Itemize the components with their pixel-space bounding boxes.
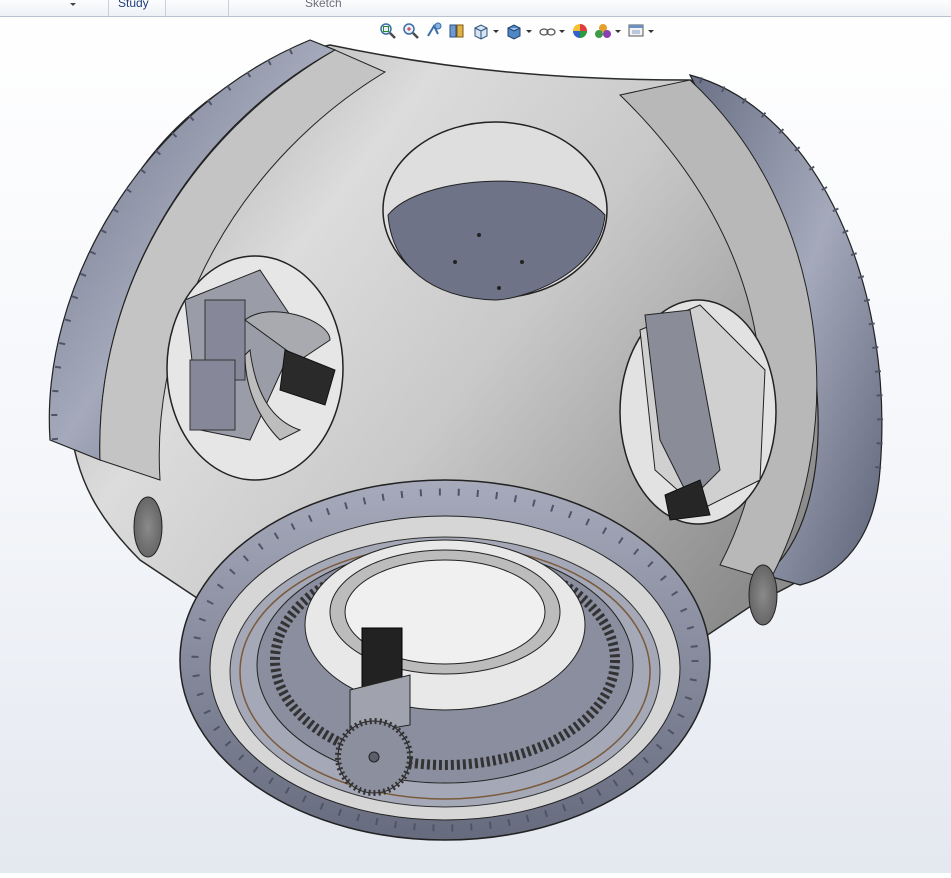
- tab-separator: [165, 0, 166, 16]
- tab-sketch[interactable]: Sketch: [305, 0, 342, 16]
- tab-separator: [108, 0, 109, 16]
- dropdown-arrow-icon[interactable]: [70, 3, 76, 6]
- graphics-area[interactable]: [0, 17, 951, 873]
- hub-assembly-3d-model: [48, 39, 884, 841]
- tab-study[interactable]: Study: [118, 0, 149, 16]
- command-manager-tabs: Study Sketch: [0, 0, 951, 17]
- tab-separator: [228, 0, 229, 16]
